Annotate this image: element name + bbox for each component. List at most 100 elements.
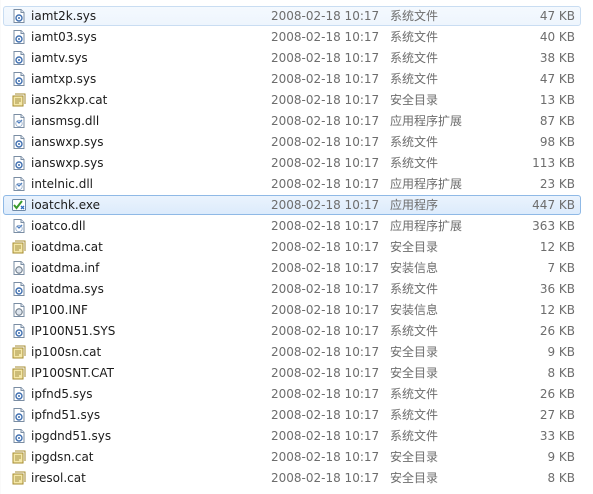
file-name: iamt03.sys xyxy=(31,30,97,44)
file-row[interactable]: iamt03.sys 2008-02-18 10:17 系统文件 40 KB xyxy=(3,27,581,47)
file-type: 系统文件 xyxy=(390,72,439,86)
dll-file-icon xyxy=(11,113,27,129)
file-size: 363 KB xyxy=(532,219,575,233)
file-row[interactable]: intelnic.dll 2008-02-18 10:17 应用程序扩展 23 KB xyxy=(3,174,581,194)
file-type: 安全目录 xyxy=(390,450,439,464)
file-name: IP100SNT.CAT xyxy=(31,366,114,380)
file-row[interactable]: iamtxp.sys 2008-02-18 10:17 系统文件 47 KB xyxy=(3,69,581,89)
file-row[interactable]: ioatchk.exe 2008-02-18 10:17 应用程序 447 KB xyxy=(3,195,581,215)
file-name: iresol.cat xyxy=(31,471,86,485)
file-size: 12 KB xyxy=(539,303,575,317)
system-file-icon xyxy=(11,386,27,402)
file-row[interactable]: ipgdnd51.sys 2008-02-18 10:17 系统文件 33 KB xyxy=(3,426,581,446)
setup-info-icon xyxy=(11,302,27,318)
system-file-icon xyxy=(11,134,27,150)
file-name: iamtxp.sys xyxy=(31,72,97,86)
system-file-icon xyxy=(11,71,27,87)
file-row[interactable]: ianswxp.sys 2008-02-18 10:17 系统文件 113 KB xyxy=(3,153,581,173)
file-size: 33 KB xyxy=(539,429,575,443)
file-modified-date: 2008-02-18 10:17 xyxy=(271,387,380,401)
file-type: 系统文件 xyxy=(390,30,439,44)
system-file-icon xyxy=(11,29,27,45)
file-modified-date: 2008-02-18 10:17 xyxy=(271,261,380,275)
file-size: 8 KB xyxy=(547,471,575,485)
file-modified-date: 2008-02-18 10:17 xyxy=(271,408,380,422)
security-catalog-icon xyxy=(11,92,27,108)
file-type: 安全目录 xyxy=(390,471,439,485)
file-modified-date: 2008-02-18 10:17 xyxy=(271,303,380,317)
file-modified-date: 2008-02-18 10:17 xyxy=(271,282,380,296)
file-name: ipfnd51.sys xyxy=(31,408,101,422)
file-row[interactable]: ipgdsn.cat 2008-02-18 10:17 安全目录 9 KB xyxy=(3,447,581,467)
dll-file-icon xyxy=(11,218,27,234)
file-row[interactable]: ioatdma.sys 2008-02-18 10:17 系统文件 36 KB xyxy=(3,279,581,299)
file-size: 9 KB xyxy=(547,450,575,464)
file-type: 应用程序扩展 xyxy=(390,114,463,128)
file-modified-date: 2008-02-18 10:17 xyxy=(271,114,380,128)
file-row[interactable]: ioatdma.inf 2008-02-18 10:17 安装信息 7 KB xyxy=(3,258,581,278)
file-row[interactable]: ipfnd51.sys 2008-02-18 10:17 系统文件 27 KB xyxy=(3,405,581,425)
file-row[interactable]: iamt2k.sys 2008-02-18 10:17 系统文件 47 KB xyxy=(3,6,581,26)
file-type: 安装信息 xyxy=(390,303,439,317)
security-catalog-icon xyxy=(11,344,27,360)
file-size: 23 KB xyxy=(539,177,575,191)
file-type: 安装信息 xyxy=(390,261,439,275)
file-name: ioatdma.sys xyxy=(31,282,104,296)
file-modified-date: 2008-02-18 10:17 xyxy=(271,177,380,191)
file-size: 87 KB xyxy=(539,114,575,128)
file-name: ipgdsn.cat xyxy=(31,450,94,464)
file-name: ip100sn.cat xyxy=(31,345,102,359)
file-type: 系统文件 xyxy=(390,135,439,149)
file-size: 12 KB xyxy=(539,240,575,254)
file-row[interactable]: ipfnd5.sys 2008-02-18 10:17 系统文件 26 KB xyxy=(3,384,581,404)
file-size: 98 KB xyxy=(539,135,575,149)
file-name: ipfnd5.sys xyxy=(31,387,93,401)
system-file-icon xyxy=(11,155,27,171)
security-catalog-icon xyxy=(11,449,27,465)
security-catalog-icon xyxy=(11,470,27,486)
file-modified-date: 2008-02-18 10:17 xyxy=(271,198,380,212)
file-row[interactable]: ioatdma.cat 2008-02-18 10:17 安全目录 12 KB xyxy=(3,237,581,257)
file-row[interactable]: IP100.INF 2008-02-18 10:17 安装信息 12 KB xyxy=(3,300,581,320)
file-row[interactable]: iresol.cat 2008-02-18 10:17 安全目录 8 KB xyxy=(3,468,581,488)
file-modified-date: 2008-02-18 10:17 xyxy=(271,240,380,254)
file-type: 系统文件 xyxy=(390,156,439,170)
file-row[interactable]: IP100SNT.CAT 2008-02-18 10:17 安全目录 8 KB xyxy=(3,363,581,383)
file-name: ians2kxp.cat xyxy=(31,93,108,107)
file-row[interactable]: IP100N51.SYS 2008-02-18 10:17 系统文件 26 KB xyxy=(3,321,581,341)
file-row[interactable]: ians2kxp.cat 2008-02-18 10:17 安全目录 13 KB xyxy=(3,90,581,110)
file-type: 系统文件 xyxy=(390,408,439,422)
file-modified-date: 2008-02-18 10:17 xyxy=(271,324,380,338)
file-type: 系统文件 xyxy=(390,324,439,338)
file-row[interactable]: ioatco.dll 2008-02-18 10:17 应用程序扩展 363 KB xyxy=(3,216,581,236)
file-row[interactable]: ip100sn.cat 2008-02-18 10:17 安全目录 9 KB xyxy=(3,342,581,362)
file-modified-date: 2008-02-18 10:17 xyxy=(271,471,380,485)
setup-info-icon xyxy=(11,260,27,276)
system-file-icon xyxy=(11,323,27,339)
file-size: 7 KB xyxy=(547,261,575,275)
system-file-icon xyxy=(11,428,27,444)
file-modified-date: 2008-02-18 10:17 xyxy=(271,156,380,170)
file-name: iansmsg.dll xyxy=(31,114,100,128)
file-row[interactable]: iamtv.sys 2008-02-18 10:17 系统文件 38 KB xyxy=(3,48,581,68)
file-name: IP100N51.SYS xyxy=(31,324,116,338)
file-modified-date: 2008-02-18 10:17 xyxy=(271,93,380,107)
file-size: 38 KB xyxy=(539,51,575,65)
file-size: 9 KB xyxy=(547,345,575,359)
system-file-icon xyxy=(11,407,27,423)
file-name: iamtv.sys xyxy=(31,51,88,65)
file-type: 系统文件 xyxy=(390,51,439,65)
file-modified-date: 2008-02-18 10:17 xyxy=(271,72,380,86)
file-type: 安全目录 xyxy=(390,345,439,359)
file-row[interactable]: ianswxp.sys 2008-02-18 10:17 系统文件 98 KB xyxy=(3,132,581,152)
file-size: 113 KB xyxy=(532,156,575,170)
file-list: iamt2k.sys 2008-02-18 10:17 系统文件 47 KB iamt0… xyxy=(0,0,593,494)
file-type: 安全目录 xyxy=(390,240,439,254)
file-row[interactable]: iansmsg.dll 2008-02-18 10:17 应用程序扩展 87 KB xyxy=(3,111,581,131)
file-name: ioatchk.exe xyxy=(31,198,100,212)
file-modified-date: 2008-02-18 10:17 xyxy=(271,51,380,65)
file-modified-date: 2008-02-18 10:17 xyxy=(271,345,380,359)
file-size: 27 KB xyxy=(539,408,575,422)
dll-file-icon xyxy=(11,176,27,192)
file-modified-date: 2008-02-18 10:17 xyxy=(271,9,380,23)
